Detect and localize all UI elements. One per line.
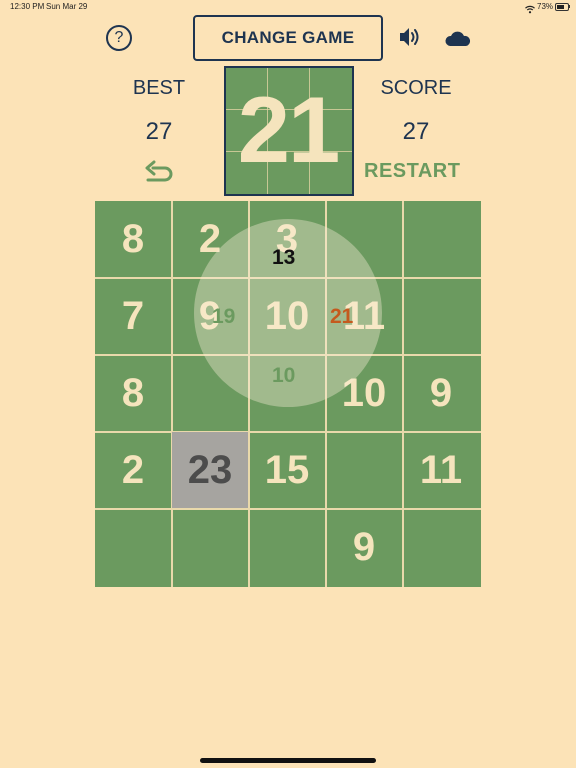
- neighbor-sum-left: 19: [212, 305, 236, 328]
- board-cell[interactable]: 8: [95, 201, 171, 277]
- wifi-icon: [525, 1, 535, 19]
- board-cell[interactable]: [249, 509, 325, 585]
- board-cell[interactable]: [403, 278, 479, 354]
- board-cell-highlighted[interactable]: 23: [172, 432, 248, 508]
- status-date: Sun Mar 29: [46, 2, 88, 11]
- home-indicator[interactable]: [200, 758, 376, 763]
- board-cell[interactable]: 9: [326, 509, 402, 585]
- board-cell[interactable]: 2: [95, 432, 171, 508]
- board-cell[interactable]: 7: [95, 278, 171, 354]
- best-value: 27: [145, 118, 173, 145]
- change-game-button[interactable]: CHANGE GAME: [193, 15, 383, 61]
- best-label: BEST: [132, 77, 186, 99]
- board-cell[interactable]: [403, 509, 479, 585]
- undo-arrow-icon[interactable]: [143, 160, 175, 191]
- neighbor-sum-top: 13: [272, 246, 296, 269]
- cloud-moon-icon[interactable]: [444, 23, 474, 54]
- battery-icon: [555, 3, 569, 11]
- change-game-label: CHANGE GAME: [221, 28, 355, 47]
- speaker-icon[interactable]: [398, 26, 422, 53]
- board-cell[interactable]: 11: [403, 432, 479, 508]
- restart-button[interactable]: RESTART: [364, 160, 460, 183]
- battery-percentage: 73%: [537, 2, 554, 11]
- board-cell[interactable]: 15: [249, 432, 325, 508]
- neighbor-sum-bottom: 10: [272, 364, 296, 387]
- target-number: 21: [237, 77, 341, 182]
- question-icon: ?: [114, 29, 124, 46]
- board-cell[interactable]: [326, 432, 402, 508]
- board-cell[interactable]: [403, 201, 479, 277]
- neighbor-sum-right: 21: [330, 305, 354, 328]
- board-cell[interactable]: 8: [95, 355, 171, 431]
- battery-cap: [569, 5, 570, 8]
- board-cell[interactable]: 9: [403, 355, 479, 431]
- status-time: 12:30 PM: [10, 2, 45, 11]
- score-value: 27: [402, 118, 430, 145]
- board-cell[interactable]: [172, 509, 248, 585]
- score-label: SCORE: [380, 77, 452, 99]
- help-button[interactable]: ?: [106, 25, 132, 51]
- board-cell[interactable]: [95, 509, 171, 585]
